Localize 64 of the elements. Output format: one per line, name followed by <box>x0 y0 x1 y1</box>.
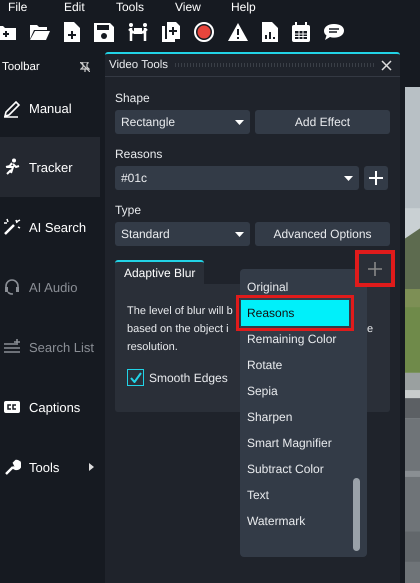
description-text: e <box>367 322 374 337</box>
menu-item[interactable]: Subtract Color <box>241 456 349 482</box>
checkbox-label: Smooth Edges <box>149 370 228 384</box>
menu-item[interactable]: Rotate <box>241 352 349 378</box>
panel-title: Video Tools <box>109 59 168 71</box>
list-plus-icon <box>3 338 21 356</box>
menu-item[interactable]: Smart Magnifier <box>241 430 349 456</box>
people-carry-icon[interactable] <box>128 23 148 41</box>
menu-item[interactable]: Sharpen <box>241 404 349 430</box>
menu-item[interactable]: Original <box>241 274 349 300</box>
chat-icon[interactable] <box>324 23 344 41</box>
sidebar-item[interactable]: AI Search <box>0 197 100 257</box>
close-icon[interactable] <box>381 60 392 70</box>
add-button[interactable] <box>364 166 388 190</box>
menu-item[interactable]: Help <box>231 0 287 14</box>
caret-icon <box>235 120 244 124</box>
menu-item[interactable]: Tools <box>116 0 175 14</box>
action-button[interactable]: Advanced Options <box>255 222 390 246</box>
caret-icon <box>344 176 353 180</box>
pencil-icon <box>3 100 21 118</box>
field-label: Type <box>115 203 142 217</box>
description-text: based on the object i <box>127 323 229 335</box>
menu-item[interactable]: Watermark <box>241 508 349 534</box>
add-effect-button[interactable] <box>355 250 395 287</box>
field-label: Reasons <box>115 147 164 161</box>
menu-item[interactable]: File <box>8 0 64 14</box>
save-icon[interactable] <box>94 22 114 42</box>
menu-item[interactable]: Reasons <box>241 300 349 326</box>
copy-plus-icon[interactable] <box>162 22 180 42</box>
menu-item[interactable]: Text <box>241 482 349 508</box>
dropdown-field[interactable]: #01c <box>115 166 359 190</box>
plus-icon <box>368 262 382 276</box>
unpin-icon[interactable] <box>80 62 90 72</box>
dropdown-field[interactable]: Standard <box>115 222 250 246</box>
menu-item[interactable]: Remaining Color <box>241 326 349 352</box>
sidebar-item[interactable]: Manual <box>0 80 100 137</box>
menu-item[interactable]: Edit <box>64 0 116 14</box>
file-chart-icon[interactable] <box>262 22 278 42</box>
description-text: The level of blur will b <box>127 305 233 317</box>
sidebar-title: Toolbar <box>2 61 40 73</box>
sidebar-item[interactable]: Tools <box>0 437 100 497</box>
sidebar-item[interactable]: Tracker <box>0 137 100 197</box>
menu-item[interactable]: Sepia <box>241 378 349 404</box>
magic-wand-icon <box>3 218 21 236</box>
caret-icon <box>235 232 244 236</box>
sidebar-item[interactable]: Captions <box>0 377 100 437</box>
file-plus-icon[interactable] <box>64 22 80 42</box>
captions-icon <box>3 398 21 416</box>
field-label: Shape <box>115 91 151 105</box>
warning-icon[interactable] <box>228 23 248 41</box>
menu-item[interactable]: View <box>175 0 231 14</box>
scrollbar-thumb[interactable] <box>353 478 360 551</box>
action-button[interactable]: Add Effect <box>255 110 390 134</box>
headset-icon <box>3 278 21 296</box>
folder-open-icon[interactable] <box>30 24 50 40</box>
folder-plus-icon[interactable] <box>0 23 16 41</box>
dropdown-field[interactable]: Rectangle <box>115 110 250 134</box>
checkbox[interactable] <box>127 369 144 386</box>
plus-icon <box>369 171 383 185</box>
calendar-icon[interactable] <box>292 22 310 42</box>
running-person-icon <box>3 158 21 176</box>
description-text: resolution. <box>127 341 178 353</box>
effect-tab[interactable]: Adaptive Blur <box>115 260 204 284</box>
record-icon[interactable] <box>194 22 214 42</box>
